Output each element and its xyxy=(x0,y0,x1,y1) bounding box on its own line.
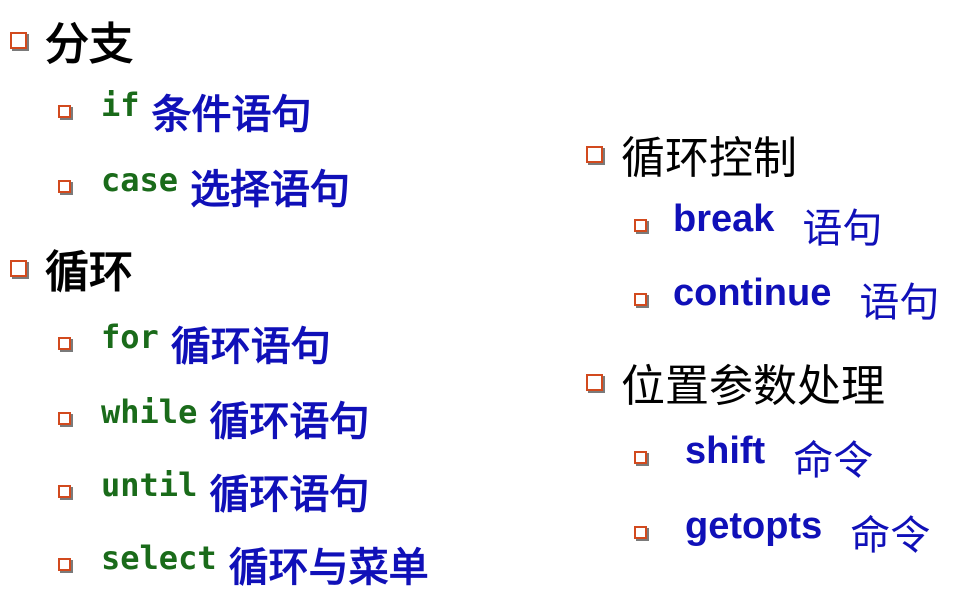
square-bullet-icon xyxy=(634,292,647,306)
square-bullet-icon xyxy=(10,31,27,49)
control-keyword: break xyxy=(673,197,775,240)
heading-text: 循环控制 xyxy=(621,133,797,184)
heading-text: 循环 xyxy=(45,247,133,298)
code-keyword: for xyxy=(101,318,159,356)
square-bullet-icon xyxy=(58,104,71,118)
code-keyword: select xyxy=(101,539,217,577)
item-description: 循环语句 xyxy=(209,399,370,445)
command-keyword: getopts xyxy=(685,504,823,547)
list-item-if: if 条件语句 xyxy=(58,82,312,140)
section-loop-control-heading: 循环控制 xyxy=(586,122,797,186)
list-item-for: for 循环语句 xyxy=(58,314,331,372)
list-item-continue: continue 语句 xyxy=(634,270,939,328)
square-bullet-icon xyxy=(58,484,71,498)
list-item-shift: shift 命令 xyxy=(634,428,873,486)
heading-text: 位置参数处理 xyxy=(621,361,885,412)
item-description: 命令 xyxy=(850,513,931,559)
square-bullet-icon xyxy=(10,259,27,277)
item-description: 循环语句 xyxy=(170,324,331,370)
heading-text: 分支 xyxy=(45,19,133,70)
item-description: 语句 xyxy=(802,206,883,252)
item-description: 命令 xyxy=(793,438,874,484)
square-bullet-icon xyxy=(58,336,71,350)
list-item-break: break 语句 xyxy=(634,196,882,254)
code-keyword: case xyxy=(101,161,179,199)
list-item-until: until 循环语句 xyxy=(58,462,369,520)
code-keyword: if xyxy=(101,86,140,124)
square-bullet-icon xyxy=(58,179,71,193)
item-description: 选择语句 xyxy=(190,167,351,213)
command-keyword: shift xyxy=(685,429,766,472)
square-bullet-icon xyxy=(586,145,603,163)
item-description: 循环与菜单 xyxy=(228,545,429,591)
item-description: 条件语句 xyxy=(151,92,312,138)
code-keyword: while xyxy=(101,393,198,431)
item-description: 语句 xyxy=(859,280,940,326)
list-item-case: case 选择语句 xyxy=(58,157,350,215)
square-bullet-icon xyxy=(58,557,71,571)
list-item-select: select 循环与菜单 xyxy=(58,535,429,593)
list-item-getopts: getopts 命令 xyxy=(634,503,930,561)
square-bullet-icon xyxy=(58,411,71,425)
section-loop-heading: 循环 xyxy=(10,236,133,300)
list-item-while: while 循环语句 xyxy=(58,389,369,447)
code-keyword: until xyxy=(101,466,198,504)
square-bullet-icon xyxy=(586,373,603,391)
control-keyword: continue xyxy=(673,271,832,314)
square-bullet-icon xyxy=(634,218,647,232)
section-positional-params-heading: 位置参数处理 xyxy=(586,350,885,414)
section-branch-heading: 分支 xyxy=(10,8,133,72)
square-bullet-icon xyxy=(634,525,647,539)
item-description: 循环语句 xyxy=(209,472,370,518)
square-bullet-icon xyxy=(634,450,647,464)
